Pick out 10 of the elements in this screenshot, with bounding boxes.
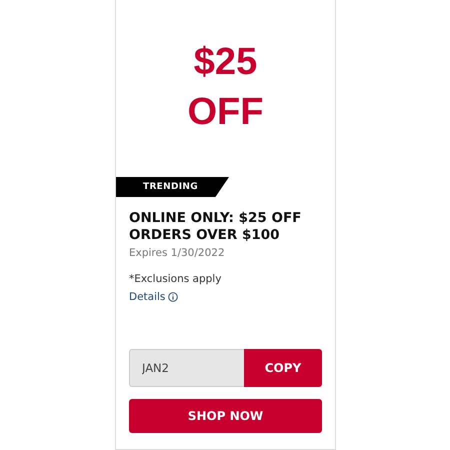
expiry-date: Expires 1/30/2022 — [129, 247, 226, 259]
offer-amount: $25 — [194, 40, 258, 85]
exclusions-note: *Exclusions apply — [129, 273, 222, 285]
offer-title: ONLINE ONLY: $25 OFF ORDERS OVER $100 — [129, 210, 302, 244]
details-link[interactable]: Details — [129, 291, 178, 303]
info-icon — [168, 292, 178, 302]
trending-badge: TRENDING — [116, 177, 229, 197]
offer-unit: OFF — [188, 90, 264, 135]
shop-now-button[interactable]: SHOP NOW — [129, 399, 322, 433]
copy-button[interactable]: COPY — [244, 349, 322, 387]
